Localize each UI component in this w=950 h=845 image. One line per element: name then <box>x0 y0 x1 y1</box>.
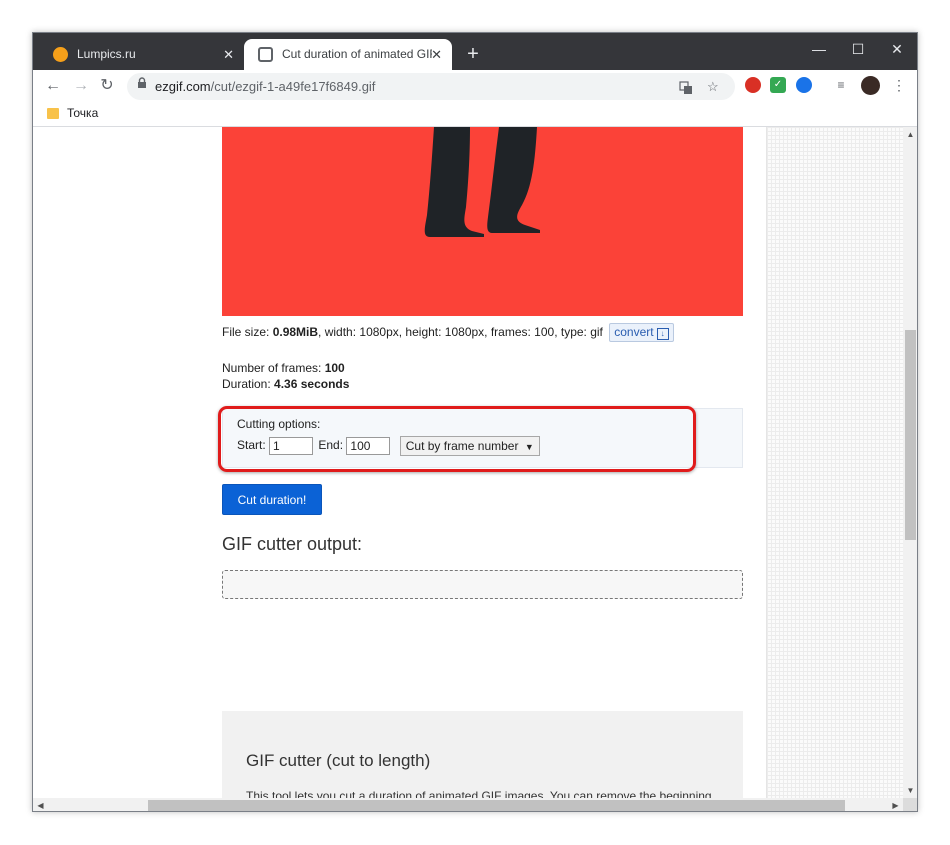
horizontal-scrollbar[interactable]: ◀ ▶ <box>33 798 903 811</box>
back-button[interactable]: ← <box>41 74 65 98</box>
file-size-value: 0.98MiB <box>272 325 319 339</box>
media-control-icon[interactable]: ≡ <box>833 77 849 93</box>
scroll-right-icon[interactable]: ▶ <box>888 798 903 811</box>
tab-title: Cut duration of animated GIF - ezgif <box>282 47 432 61</box>
tab-close-icon[interactable]: ✕ <box>431 39 442 70</box>
gif-preview <box>222 127 743 316</box>
extension-vpn-icon[interactable] <box>796 77 812 93</box>
scrollbar-corner <box>903 798 917 811</box>
translate-icon[interactable] <box>679 73 693 100</box>
info-text: This tool lets you cut a duration of ani… <box>246 789 712 798</box>
vertical-scrollbar[interactable]: ▲ ▼ <box>903 127 917 798</box>
download-arrow-icon: ↓ <box>656 328 669 340</box>
horizontal-scroll-thumb[interactable] <box>148 800 845 811</box>
address-bar[interactable]: ezgif.com/cut/ezgif-1-a49fe17f6849.gif ☆ <box>127 73 735 100</box>
convert-button[interactable]: convert ↓ <box>609 323 674 342</box>
lumpics-favicon-icon <box>53 47 68 62</box>
vertical-scroll-thumb[interactable] <box>905 330 916 540</box>
output-area <box>222 570 743 599</box>
info-title: GIF cutter (cut to length) <box>246 751 431 770</box>
toolbar: ← → ↻ ezgif.com/cut/ezgif-1-a49fe17f6849… <box>33 70 917 102</box>
menu-icon[interactable]: ⋮ <box>891 77 907 93</box>
right-sidebar <box>766 127 903 798</box>
convert-label: convert <box>614 325 654 339</box>
page-viewport: File size: 0.98MiB, width: 1080px, heigh… <box>33 127 903 798</box>
file-details: , width: 1080px, height: 1080px, frames:… <box>318 325 603 339</box>
url-path: /cut/ezgif-1-a49fe17f6849.gif <box>210 79 376 94</box>
info-section: GIF cutter (cut to length) This tool let… <box>222 711 743 798</box>
tab-ezgif[interactable]: Cut duration of animated GIF - ezgif ✕ <box>244 39 452 70</box>
reload-button[interactable]: ↻ <box>95 74 119 98</box>
cut-duration-button[interactable]: Cut duration! <box>222 484 322 515</box>
scroll-down-icon[interactable]: ▼ <box>903 783 917 798</box>
extension-adblock-icon[interactable] <box>745 77 761 93</box>
tab-title: Lumpics.ru <box>77 47 136 61</box>
folder-icon <box>47 108 59 119</box>
new-tab-button[interactable]: + <box>461 42 485 66</box>
highlight-annotation <box>218 406 696 472</box>
maximize-button[interactable]: ☐ <box>840 37 876 61</box>
browser-window: Lumpics.ru ✕ Cut duration of animated GI… <box>32 32 918 812</box>
bookmark-star-icon[interactable]: ☆ <box>707 73 719 100</box>
avatar[interactable] <box>861 76 880 95</box>
url-host: ezgif.com <box>155 79 211 94</box>
frames-info: Number of frames: 100 Duration: 4.36 sec… <box>222 360 349 392</box>
tab-strip: Lumpics.ru ✕ Cut duration of animated GI… <box>33 33 917 70</box>
scroll-left-icon[interactable]: ◀ <box>33 798 48 811</box>
frames-label: Number of frames: <box>222 361 325 375</box>
scroll-up-icon[interactable]: ▲ <box>903 127 917 142</box>
frames-value: 100 <box>324 361 345 375</box>
minimize-button[interactable]: — <box>801 37 837 61</box>
forward-button[interactable]: → <box>69 74 93 98</box>
duration-value: 4.36 seconds <box>274 377 350 391</box>
tab-lumpics[interactable]: Lumpics.ru ✕ <box>39 39 244 70</box>
ezgif-favicon-icon <box>258 47 273 62</box>
close-window-button[interactable]: ✕ <box>879 37 915 61</box>
bookmark-tochka[interactable]: Точка <box>67 106 98 120</box>
file-size-label: File size: <box>222 325 273 339</box>
gif-figure-legs <box>424 127 540 237</box>
file-info: File size: 0.98MiB, width: 1080px, heigh… <box>222 323 674 342</box>
duration-label: Duration: <box>222 377 275 391</box>
lock-icon <box>137 73 147 100</box>
tab-close-icon[interactable]: ✕ <box>223 39 234 70</box>
output-title: GIF cutter output: <box>222 534 363 554</box>
extension-check-icon[interactable]: ✓ <box>770 77 786 93</box>
bookmarks-bar: Точка <box>33 102 917 127</box>
